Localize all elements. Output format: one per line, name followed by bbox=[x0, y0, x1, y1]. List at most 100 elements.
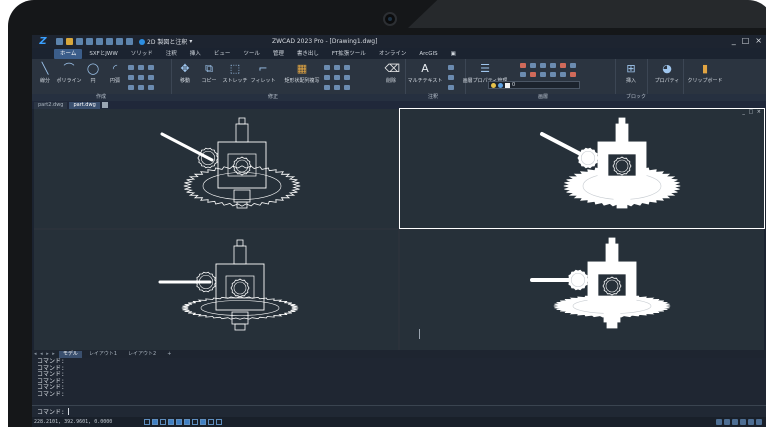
mirror-icon[interactable] bbox=[334, 65, 340, 70]
boundary-icon[interactable] bbox=[138, 85, 144, 90]
mtext-button[interactable]: A マルチテキスト bbox=[408, 62, 443, 84]
modify-panel-label[interactable]: 修正 bbox=[268, 94, 278, 101]
hatch-icon[interactable] bbox=[148, 65, 154, 70]
ortho-toggle-icon[interactable] bbox=[160, 419, 166, 425]
dimension-icon[interactable] bbox=[448, 65, 454, 70]
layer-delete-icon[interactable] bbox=[540, 72, 546, 77]
undo-icon[interactable] bbox=[116, 38, 123, 45]
new-file-icon[interactable] bbox=[56, 38, 63, 45]
draw-panel-label[interactable]: 作成 bbox=[96, 94, 106, 101]
clipboard-button[interactable]: ▮ クリップボード bbox=[688, 62, 723, 84]
region-icon[interactable] bbox=[128, 85, 134, 90]
plot-icon[interactable] bbox=[106, 38, 113, 45]
array-button[interactable]: ▦ 矩形状配列複写 bbox=[284, 62, 320, 84]
join-icon[interactable] bbox=[334, 85, 340, 90]
layer-walk-icon[interactable] bbox=[520, 72, 526, 77]
offset-icon[interactable] bbox=[344, 75, 350, 80]
layer-dropdown[interactable]: 0 bbox=[488, 81, 580, 89]
trim-icon[interactable] bbox=[324, 75, 330, 80]
workspace-switch-icon[interactable] bbox=[724, 419, 730, 425]
layer-off-icon[interactable] bbox=[520, 63, 526, 68]
maximize-button[interactable]: □ bbox=[742, 36, 750, 45]
redo-icon[interactable] bbox=[126, 38, 133, 45]
tab-arcgis[interactable]: ArcGIS bbox=[413, 49, 443, 59]
snap-toggle-icon[interactable] bbox=[144, 419, 150, 425]
layers-panel-label[interactable]: 画層 bbox=[538, 94, 548, 101]
extend-icon[interactable] bbox=[334, 75, 340, 80]
tab-view[interactable]: ビュー bbox=[208, 49, 237, 59]
zwcad-logo-icon[interactable]: Z bbox=[32, 35, 54, 48]
tab-ft-tools[interactable]: FT拡張ツール bbox=[326, 49, 372, 59]
layer-on-icon[interactable] bbox=[570, 72, 576, 77]
layer-isolate-icon[interactable] bbox=[530, 63, 536, 68]
tab-insert[interactable]: 挿入 bbox=[184, 49, 207, 59]
dynamic-input-icon[interactable] bbox=[200, 419, 206, 425]
tab-extra-icon[interactable]: ▣ bbox=[445, 49, 462, 59]
save-icon[interactable] bbox=[76, 38, 83, 45]
table-icon[interactable] bbox=[448, 85, 454, 90]
polygon-icon[interactable] bbox=[128, 75, 134, 80]
tab-sxf-jww[interactable]: SXFとJWW bbox=[83, 49, 123, 59]
polar-toggle-icon[interactable] bbox=[168, 419, 174, 425]
rectangle-icon[interactable] bbox=[128, 65, 134, 70]
viewport-bottom-right[interactable] bbox=[400, 230, 764, 350]
lineweight-toggle-icon[interactable] bbox=[192, 419, 198, 425]
viewport-bottom-left[interactable] bbox=[34, 230, 398, 350]
tab-export[interactable]: 書き出し bbox=[291, 49, 325, 59]
spline-icon[interactable] bbox=[138, 65, 144, 70]
layer-merge-icon[interactable] bbox=[530, 72, 536, 77]
isolate-objects-icon[interactable] bbox=[740, 419, 746, 425]
new-tab-icon[interactable] bbox=[101, 102, 108, 108]
leader-icon[interactable] bbox=[448, 75, 454, 80]
arc-button[interactable]: ◜ 円弧 bbox=[104, 62, 126, 84]
move-button[interactable]: ✥ 移動 bbox=[174, 62, 196, 84]
workspace-selector[interactable]: 2D 製図と注釈 ▾ bbox=[139, 37, 192, 46]
tab-layout2[interactable]: レイアウト2 bbox=[124, 351, 160, 358]
grid-toggle-icon[interactable] bbox=[152, 419, 158, 425]
viewport-top-left[interactable] bbox=[34, 109, 398, 228]
annotation-scale-icon[interactable] bbox=[716, 419, 722, 425]
tab-tools[interactable]: ツール bbox=[237, 49, 266, 59]
doc-tab-part2[interactable]: part2.dwg bbox=[34, 101, 68, 109]
viewport-controls[interactable]: _ □ × bbox=[742, 109, 762, 115]
erase-button[interactable]: ⌫ 削除 bbox=[380, 62, 402, 84]
circle-button[interactable]: ◯ 円 bbox=[82, 62, 104, 84]
fillet-button[interactable]: ⌐ フィレット bbox=[251, 62, 276, 84]
layer-thaw-icon[interactable] bbox=[550, 72, 556, 77]
model-space-icon[interactable] bbox=[216, 419, 222, 425]
osnap-toggle-icon[interactable] bbox=[176, 419, 182, 425]
line-button[interactable]: ╲ 線分 bbox=[34, 62, 56, 84]
open-file-icon[interactable] bbox=[66, 38, 73, 45]
minimize-button[interactable]: _ bbox=[732, 36, 736, 45]
add-layout-button[interactable]: + bbox=[163, 351, 175, 358]
properties-button[interactable]: ◕ プロパティ bbox=[654, 62, 680, 84]
break-icon[interactable] bbox=[344, 85, 350, 90]
tab-layout1[interactable]: レイアウト1 bbox=[85, 351, 121, 358]
layer-unlock-icon[interactable] bbox=[560, 72, 566, 77]
command-input[interactable]: コマンド: bbox=[32, 405, 766, 417]
ellipse-icon[interactable] bbox=[138, 75, 144, 80]
explode-icon[interactable] bbox=[324, 85, 330, 90]
rotate-icon[interactable] bbox=[324, 65, 330, 70]
insert-block-button[interactable]: ⊞ 挿入 bbox=[620, 62, 642, 84]
layout-nav-arrows[interactable]: ◂ ◂ ▸ ▸ bbox=[34, 351, 56, 357]
revcloud-icon[interactable] bbox=[148, 85, 154, 90]
layer-freeze-icon[interactable] bbox=[540, 63, 546, 68]
otrack-toggle-icon[interactable] bbox=[184, 419, 190, 425]
tab-model[interactable]: モデル bbox=[58, 350, 82, 358]
copy-button[interactable]: ⧉ コピー bbox=[198, 62, 220, 84]
scale-icon[interactable] bbox=[344, 65, 350, 70]
lock-ui-icon[interactable] bbox=[732, 419, 738, 425]
clean-screen-icon[interactable] bbox=[748, 419, 754, 425]
tab-home[interactable]: ホーム bbox=[54, 48, 83, 59]
print-icon[interactable] bbox=[96, 38, 103, 45]
layer-match-icon[interactable] bbox=[560, 63, 566, 68]
layer-lock-icon[interactable] bbox=[550, 63, 556, 68]
annotation-panel-label[interactable]: 注釈 bbox=[428, 94, 438, 101]
tab-manage[interactable]: 管理 bbox=[267, 49, 290, 59]
point-icon[interactable] bbox=[148, 75, 154, 80]
block-panel-label[interactable]: ブロック bbox=[626, 94, 646, 101]
customize-icon[interactable] bbox=[756, 419, 762, 425]
stretch-button[interactable]: ⬚ ストレッチ bbox=[223, 62, 248, 84]
close-button[interactable]: × bbox=[755, 36, 762, 45]
